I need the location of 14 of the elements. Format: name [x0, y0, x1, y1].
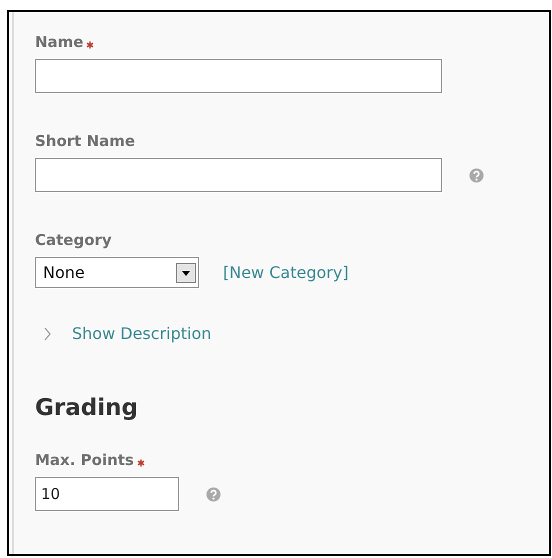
text-input[interactable] [35, 158, 442, 192]
category-dropdown[interactable]: None [35, 257, 199, 288]
help-icon[interactable] [469, 168, 484, 182]
field-label: Short Name [35, 132, 136, 150]
text-input[interactable]: 10 [35, 477, 179, 511]
field-label: Name [35, 33, 84, 51]
chevron-icon[interactable] [44, 326, 52, 340]
new-category-link[interactable]: [New Category] [223, 263, 349, 282]
help-icon[interactable] [206, 486, 221, 502]
field-label: Category [35, 231, 112, 249]
text-input[interactable] [35, 59, 442, 93]
field-label: Max. Points [35, 451, 134, 469]
show-description-link[interactable]: Show Description [72, 324, 212, 343]
section-heading: Grading [35, 395, 139, 421]
